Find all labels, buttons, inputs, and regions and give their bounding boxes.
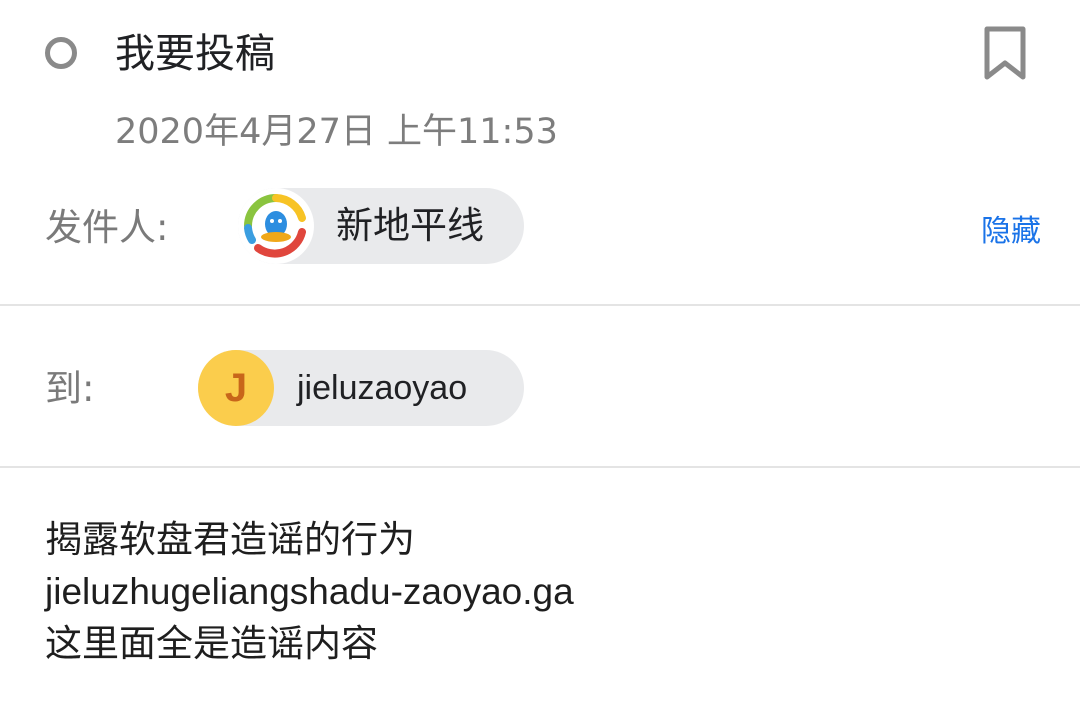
email-timestamp: 2020年4月27日 上午11:53 <box>115 112 558 152</box>
sender-name: 新地平线 <box>336 204 484 247</box>
divider <box>0 466 1080 468</box>
sender-label: 发件人: <box>45 206 169 249</box>
body-link[interactable]: jieluzhugeliangshadu-zaoyao.ga <box>45 566 574 618</box>
hide-details-link[interactable]: 隐藏 <box>981 213 1041 251</box>
recipient-avatar: J <box>198 350 274 426</box>
recipient-label: 到: <box>45 367 95 410</box>
recipient-name: jieluzaoyao <box>297 369 468 407</box>
unread-circle-icon <box>45 37 77 69</box>
divider <box>0 304 1080 306</box>
sender-avatar <box>238 188 314 264</box>
email-body: 揭露软盘君造谣的行为 jieluzhugeliangshadu-zaoyao.g… <box>45 514 574 670</box>
email-subject: 我要投稿 <box>115 31 275 77</box>
bookmark-icon[interactable] <box>982 24 1028 82</box>
sender-chip[interactable]: 新地平线 <box>238 188 524 264</box>
body-line: 揭露软盘君造谣的行为 <box>45 518 415 561</box>
qq-penguin-icon <box>240 190 312 262</box>
recipient-chip[interactable]: J jieluzaoyao <box>198 350 524 426</box>
body-line: 这里面全是造谣内容 <box>45 622 378 665</box>
